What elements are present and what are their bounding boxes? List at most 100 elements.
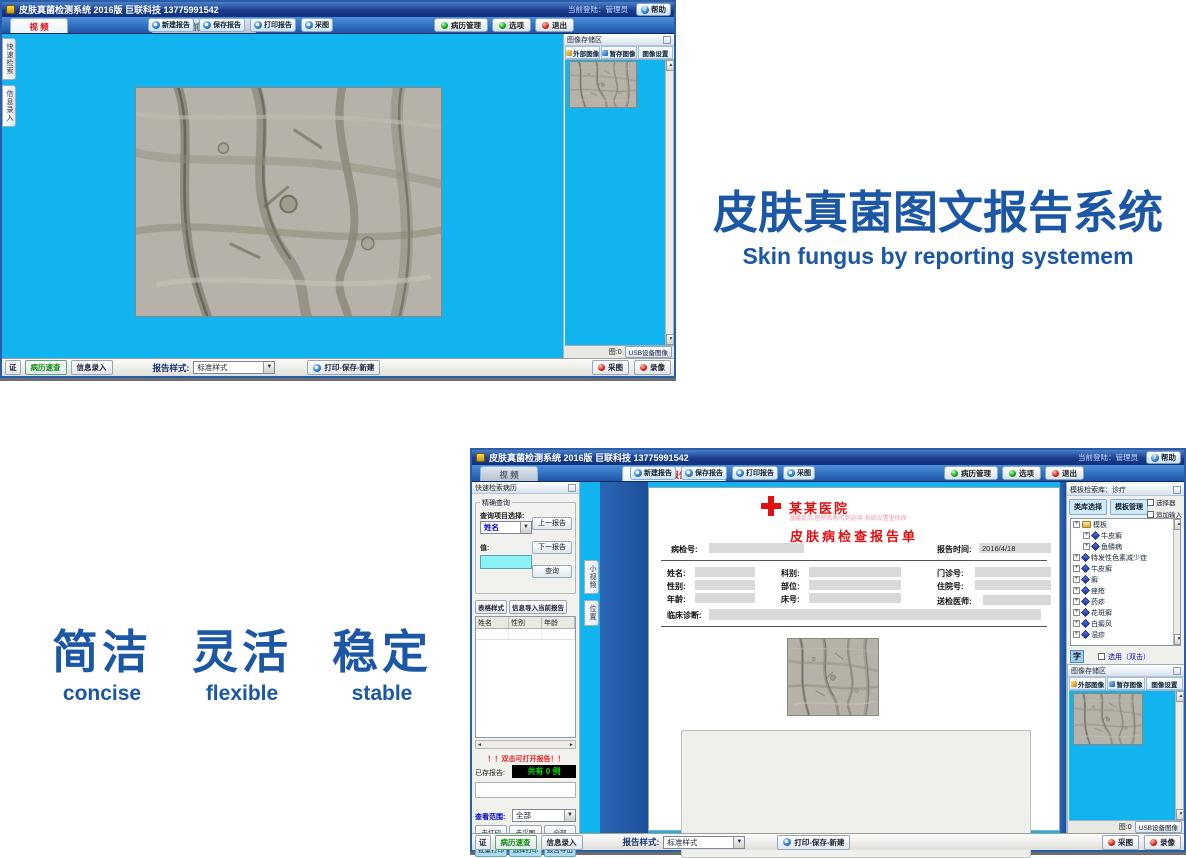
- panel-pin-icon[interactable]: [1173, 667, 1181, 675]
- side-tab-mini-video[interactable]: 小视频: [584, 560, 599, 594]
- image-settings-button[interactable]: 图像设置: [1146, 677, 1183, 690]
- quick-search-button[interactable]: 病历速查: [495, 835, 537, 850]
- report-microscope-image[interactable]: [787, 638, 879, 716]
- record-button[interactable]: 录像: [1144, 835, 1181, 850]
- tree-node-root[interactable]: 模板: [1071, 519, 1180, 530]
- temp-image-button[interactable]: 暂存图像: [601, 46, 636, 59]
- options-button[interactable]: 选项: [492, 18, 531, 32]
- doctor-field[interactable]: [983, 595, 1051, 605]
- report-style-select[interactable]: 标准样式: [663, 836, 745, 849]
- report-style-select[interactable]: 标准样式: [193, 361, 275, 374]
- bed-field[interactable]: [809, 593, 901, 603]
- expander-icon[interactable]: [1073, 598, 1080, 605]
- query-value-input[interactable]: [480, 555, 532, 569]
- side-tab-quick-search[interactable]: 快速检索: [2, 38, 16, 80]
- expander-icon[interactable]: [1073, 631, 1080, 638]
- clinic-no-field[interactable]: [975, 567, 1051, 577]
- template-manage-button[interactable]: 模板管理: [1110, 499, 1148, 515]
- query-field-select[interactable]: 姓名: [480, 521, 532, 534]
- tree-node[interactable]: 白癜风: [1071, 618, 1180, 629]
- report-page[interactable]: 某某医院 温馨提示:医院名称可到选项-系统设置里修改 皮肤病检查报告单 病检号:…: [648, 487, 1060, 831]
- view-range-select[interactable]: 全部: [512, 809, 576, 822]
- exam-no-field[interactable]: [709, 543, 804, 553]
- external-image-button[interactable]: 外部图像: [565, 46, 600, 59]
- titlebar[interactable]: 皮肤真菌检测系统 2016版 巨联科技 13775991542 当前登陆：管理员…: [2, 2, 674, 17]
- help-button[interactable]: 帮助: [1146, 451, 1181, 464]
- capture-bottom-button[interactable]: 采图: [592, 360, 629, 375]
- prev-report-button[interactable]: 上一报告: [532, 517, 572, 530]
- font-button[interactable]: 字: [1070, 650, 1084, 663]
- tab-video[interactable]: 视 频: [10, 18, 68, 33]
- capture-button[interactable]: 采图: [301, 18, 333, 32]
- tree-node[interactable]: 牛皮癣: [1071, 563, 1180, 574]
- panel-pin-icon[interactable]: [568, 484, 576, 492]
- record-button[interactable]: 录像: [634, 360, 671, 375]
- diagnosis-field[interactable]: [709, 609, 1041, 620]
- dept-field[interactable]: [809, 567, 901, 577]
- results-table[interactable]: 姓名 性别 年龄: [475, 616, 576, 738]
- print-save-new-button[interactable]: 打印-保存-新建: [777, 835, 850, 850]
- usb-device-badge[interactable]: USB设备图像: [1135, 821, 1182, 833]
- cert-button[interactable]: 证: [475, 835, 491, 850]
- saved-reports-field[interactable]: [475, 782, 576, 798]
- table-row[interactable]: [476, 629, 575, 640]
- side-tab-info-entry[interactable]: 信息录入: [2, 85, 16, 127]
- tree-node[interactable]: 药疹: [1071, 596, 1180, 607]
- cert-button[interactable]: 证: [5, 360, 21, 375]
- expander-icon[interactable]: [1073, 576, 1080, 583]
- tree-node[interactable]: 湿疹: [1071, 629, 1180, 640]
- tree-node[interactable]: 花斑癣: [1071, 607, 1180, 618]
- expander-icon[interactable]: [1083, 532, 1090, 539]
- tree-node[interactable]: 特发性色素减少症: [1071, 552, 1180, 563]
- expander-icon[interactable]: [1073, 587, 1080, 594]
- class-library-button[interactable]: 类库选择: [1069, 499, 1107, 515]
- panel-pin-icon[interactable]: [1173, 486, 1181, 494]
- vertical-scrollbar[interactable]: [1175, 691, 1183, 820]
- info-entry-button[interactable]: 信息录入: [71, 360, 113, 375]
- expander-icon[interactable]: [1073, 620, 1080, 627]
- query-button[interactable]: 查询: [532, 565, 572, 578]
- table-style-button[interactable]: 表格样式: [475, 600, 507, 614]
- horizontal-scrollbar[interactable]: [475, 740, 576, 749]
- tree-node[interactable]: 牛皮癣: [1071, 530, 1180, 541]
- import-to-report-button[interactable]: 信息导入当前报告: [509, 600, 567, 614]
- titlebar[interactable]: 皮肤真菌检测系统 2016版 巨联科技 13775991542 当前登陆：管理员…: [472, 450, 1184, 465]
- quick-search-button[interactable]: 病历速查: [25, 360, 67, 375]
- expander-icon[interactable]: [1073, 565, 1080, 572]
- case-manage-button[interactable]: 病历管理: [944, 466, 998, 480]
- next-report-button[interactable]: 下一报告: [532, 541, 572, 554]
- name-field[interactable]: [695, 567, 755, 577]
- capture-bottom-button[interactable]: 采图: [1102, 835, 1139, 850]
- use-template-checkbox[interactable]: 选用（双击）: [1098, 652, 1150, 662]
- tab-video[interactable]: 视 频: [480, 466, 538, 481]
- help-button[interactable]: 帮助: [636, 3, 671, 16]
- case-manage-button[interactable]: 病历管理: [434, 18, 488, 32]
- new-report-button[interactable]: 新建报告: [148, 18, 194, 32]
- stored-image-thumbnail[interactable]: [569, 61, 637, 108]
- part-field[interactable]: [809, 580, 901, 590]
- tree-node[interactable]: 癣: [1071, 574, 1180, 585]
- info-entry-button[interactable]: 信息录入: [541, 835, 583, 850]
- print-report-button[interactable]: 打印报告: [732, 466, 778, 480]
- expander-icon[interactable]: [1083, 543, 1090, 550]
- sex-field[interactable]: [695, 580, 755, 590]
- tree-node[interactable]: 鱼鳞病: [1071, 541, 1180, 552]
- exit-button[interactable]: 退出: [535, 18, 574, 32]
- template-tree[interactable]: 模板 牛皮癣 鱼鳞病 特发性色素减少症 牛皮癣 癣 痤疮 药疹 花斑癣 白癜风 …: [1070, 518, 1181, 646]
- selector-checkbox[interactable]: 选择器: [1147, 497, 1182, 507]
- tree-node[interactable]: 痤疮: [1071, 585, 1180, 596]
- usb-device-badge[interactable]: USB设备图像: [625, 346, 672, 358]
- capture-button[interactable]: 采图: [783, 466, 815, 480]
- exit-button[interactable]: 退出: [1045, 466, 1084, 480]
- save-report-button[interactable]: 保存报告: [199, 18, 245, 32]
- external-image-button[interactable]: 外部图像: [1069, 677, 1106, 690]
- age-field[interactable]: [695, 593, 755, 603]
- vertical-scrollbar[interactable]: [1173, 519, 1180, 645]
- expander-icon[interactable]: [1073, 609, 1080, 616]
- new-report-button[interactable]: 新建报告: [630, 466, 676, 480]
- vertical-scrollbar[interactable]: [665, 60, 673, 345]
- temp-image-button[interactable]: 暂存图像: [1107, 677, 1144, 690]
- print-report-button[interactable]: 打印报告: [250, 18, 296, 32]
- side-tab-position[interactable]: 位置: [584, 600, 599, 626]
- expander-icon[interactable]: [1073, 554, 1080, 561]
